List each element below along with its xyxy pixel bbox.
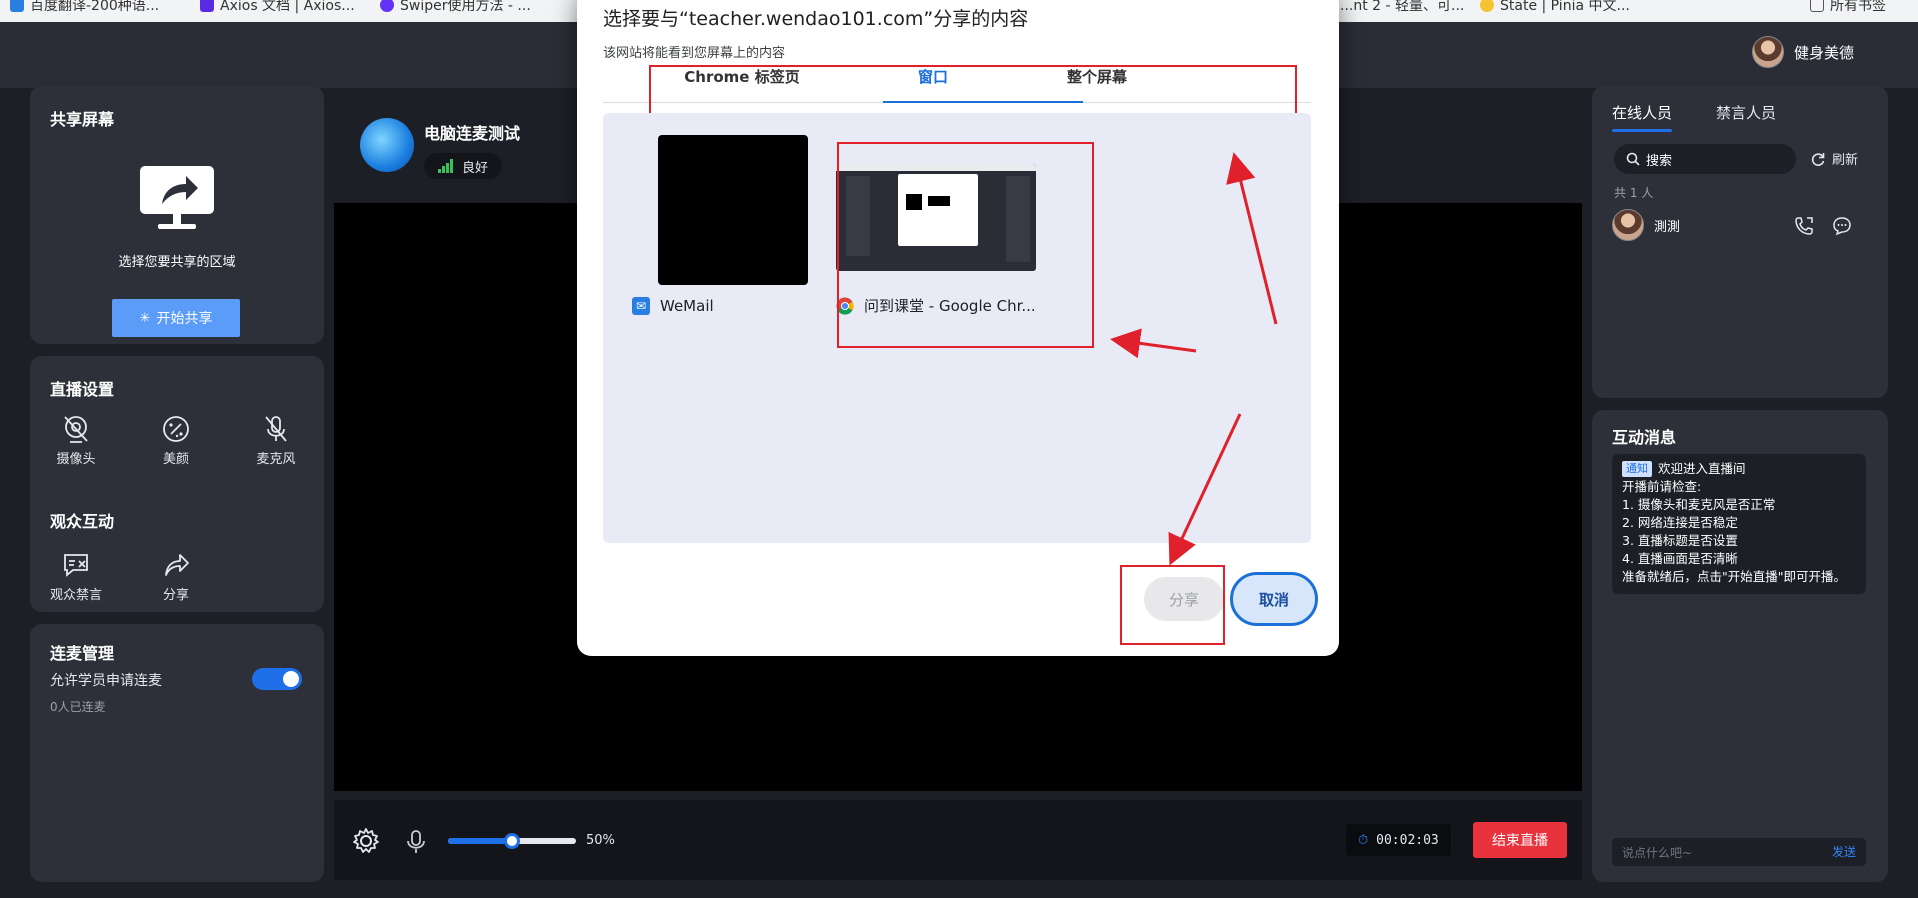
live-settings-panel: 直播设置 摄像头 美颜 麦克风 观众互动 观众禁言 分享 xyxy=(30,356,324,612)
toggle-knob xyxy=(283,671,299,687)
volume-value: 50% xyxy=(586,833,615,848)
bookmark-icon xyxy=(380,0,394,12)
control-bar: 50% ⏱ 00:02:03 结束直播 xyxy=(334,800,1582,880)
folder-icon xyxy=(1810,0,1824,12)
chat-icon[interactable] xyxy=(1832,216,1852,236)
annotation-box-window xyxy=(837,142,1094,348)
volume-slider[interactable] xyxy=(448,833,576,849)
settings-gear-icon[interactable] xyxy=(352,827,380,855)
share-icon xyxy=(165,554,189,576)
list-item: 測測 xyxy=(1612,208,1872,242)
bookmark-icon xyxy=(1480,0,1494,12)
panel-title: 直播设置 xyxy=(50,380,115,399)
share-screen-panel: 共享屏幕 选择您要共享的区域 ✳ 开始共享 xyxy=(30,86,324,344)
tab-underline xyxy=(1612,129,1672,132)
bookmark-item[interactable]: Axios 文档 | Axios... xyxy=(200,0,355,16)
allow-link-toggle[interactable] xyxy=(252,668,302,690)
volume-fill xyxy=(448,838,512,844)
room-title: 电脑连麦测试 xyxy=(424,124,521,143)
monitor-share-icon xyxy=(140,166,214,229)
source-wemail[interactable]: ✉ WeMail xyxy=(632,297,714,315)
tab-muted[interactable]: 禁言人员 xyxy=(1716,102,1776,123)
wemail-thumbnail[interactable] xyxy=(658,135,808,285)
share-screen-dialog: 选择要与“teacher.wendao101.com”分享的内容 该网站将能看到… xyxy=(577,0,1339,656)
mute-audience-button[interactable]: 观众禁言 xyxy=(46,550,106,603)
tab-online[interactable]: 在线人员 xyxy=(1612,102,1672,123)
user-menu[interactable]: 健身美德 xyxy=(1751,36,1854,68)
stopwatch-icon: ⏱ xyxy=(1358,832,1369,848)
call-icon[interactable] xyxy=(1794,216,1814,236)
avatar xyxy=(1612,209,1644,241)
bookmark-icon xyxy=(200,0,214,12)
dialog-subtitle: 该网站将能看到您屏幕上的内容 xyxy=(603,46,786,61)
messages-panel: 互动消息 通知 欢迎进入直播间 开播前请检查: 1. 摄像头和麦克风是否正常 2… xyxy=(1592,410,1888,882)
bookmark-icon xyxy=(10,0,24,12)
refresh-icon xyxy=(1811,152,1825,166)
signal-icon xyxy=(438,159,453,173)
cancel-button[interactable]: 取消 xyxy=(1230,572,1318,626)
microphone-off-icon xyxy=(265,416,287,442)
refresh-button[interactable]: 刷新 xyxy=(1810,149,1858,168)
toggle-label: 允许学员申请连麦 xyxy=(50,673,162,689)
panel-title: 互动消息 xyxy=(1612,428,1677,447)
camera-toggle[interactable]: 摄像头 xyxy=(46,414,106,467)
search-input[interactable]: 搜索 xyxy=(1614,144,1796,174)
mute-chat-icon xyxy=(64,554,88,577)
avatar xyxy=(1751,36,1784,68)
bookmark-item[interactable]: Swiper使用方法 - ... xyxy=(380,0,531,16)
share-button[interactable]: 分享 xyxy=(146,550,206,603)
share-hint: 选择您要共享的区域 xyxy=(118,255,236,270)
link-mic-panel: 连麦管理 允许学员申请连麦 0人已连麦 xyxy=(30,624,324,882)
microphone-icon[interactable] xyxy=(406,829,426,855)
beauty-toggle[interactable]: 美颜 xyxy=(146,414,206,467)
room-avatar xyxy=(360,118,414,172)
bookmark-item[interactable]: State | Pinia 中文... xyxy=(1480,0,1630,16)
start-share-button[interactable]: ✳ 开始共享 xyxy=(112,299,240,337)
section-title: 观众互动 xyxy=(50,512,115,531)
linked-count: 0人已连麦 xyxy=(50,700,106,714)
send-button[interactable]: 发送 xyxy=(1832,843,1856,860)
panel-title: 连麦管理 xyxy=(50,644,115,663)
volume-knob[interactable] xyxy=(504,833,520,849)
bookmark-item[interactable]: 百度翻译-200种语... xyxy=(10,0,159,16)
bookmark-item-all[interactable]: 所有书签 xyxy=(1810,0,1886,16)
panel-title: 共享屏幕 xyxy=(50,110,115,129)
signal-badge: 良好 xyxy=(424,153,503,179)
microphone-toggle[interactable]: 麦克风 xyxy=(246,414,306,467)
username: 健身美德 xyxy=(1793,43,1854,62)
member-count: 共 1 人 xyxy=(1614,186,1654,200)
notice-message: 通知 欢迎进入直播间 开播前请检查: 1. 摄像头和麦克风是否正常 2. 网络连… xyxy=(1612,454,1866,594)
notice-tag: 通知 xyxy=(1622,461,1652,477)
beauty-icon xyxy=(163,416,189,442)
live-timer: ⏱ 00:02:03 xyxy=(1346,824,1451,856)
bookmark-item[interactable]: ...nt 2 - 轻量、可... xyxy=(1340,0,1464,16)
chat-input[interactable]: 说点什么吧~ 发送 xyxy=(1612,838,1866,866)
mail-icon: ✉ xyxy=(632,297,650,315)
search-icon xyxy=(1626,152,1640,166)
camera-off-icon xyxy=(64,416,88,443)
end-live-button[interactable]: 结束直播 xyxy=(1473,822,1567,858)
annotation-box-share xyxy=(1120,565,1225,645)
spinner-icon: ✳ xyxy=(139,310,151,326)
dialog-title: 选择要与“teacher.wendao101.com”分享的内容 xyxy=(603,8,1029,30)
online-members-panel: 在线人员 禁言人员 搜索 刷新 共 1 人 測測 xyxy=(1592,86,1888,398)
